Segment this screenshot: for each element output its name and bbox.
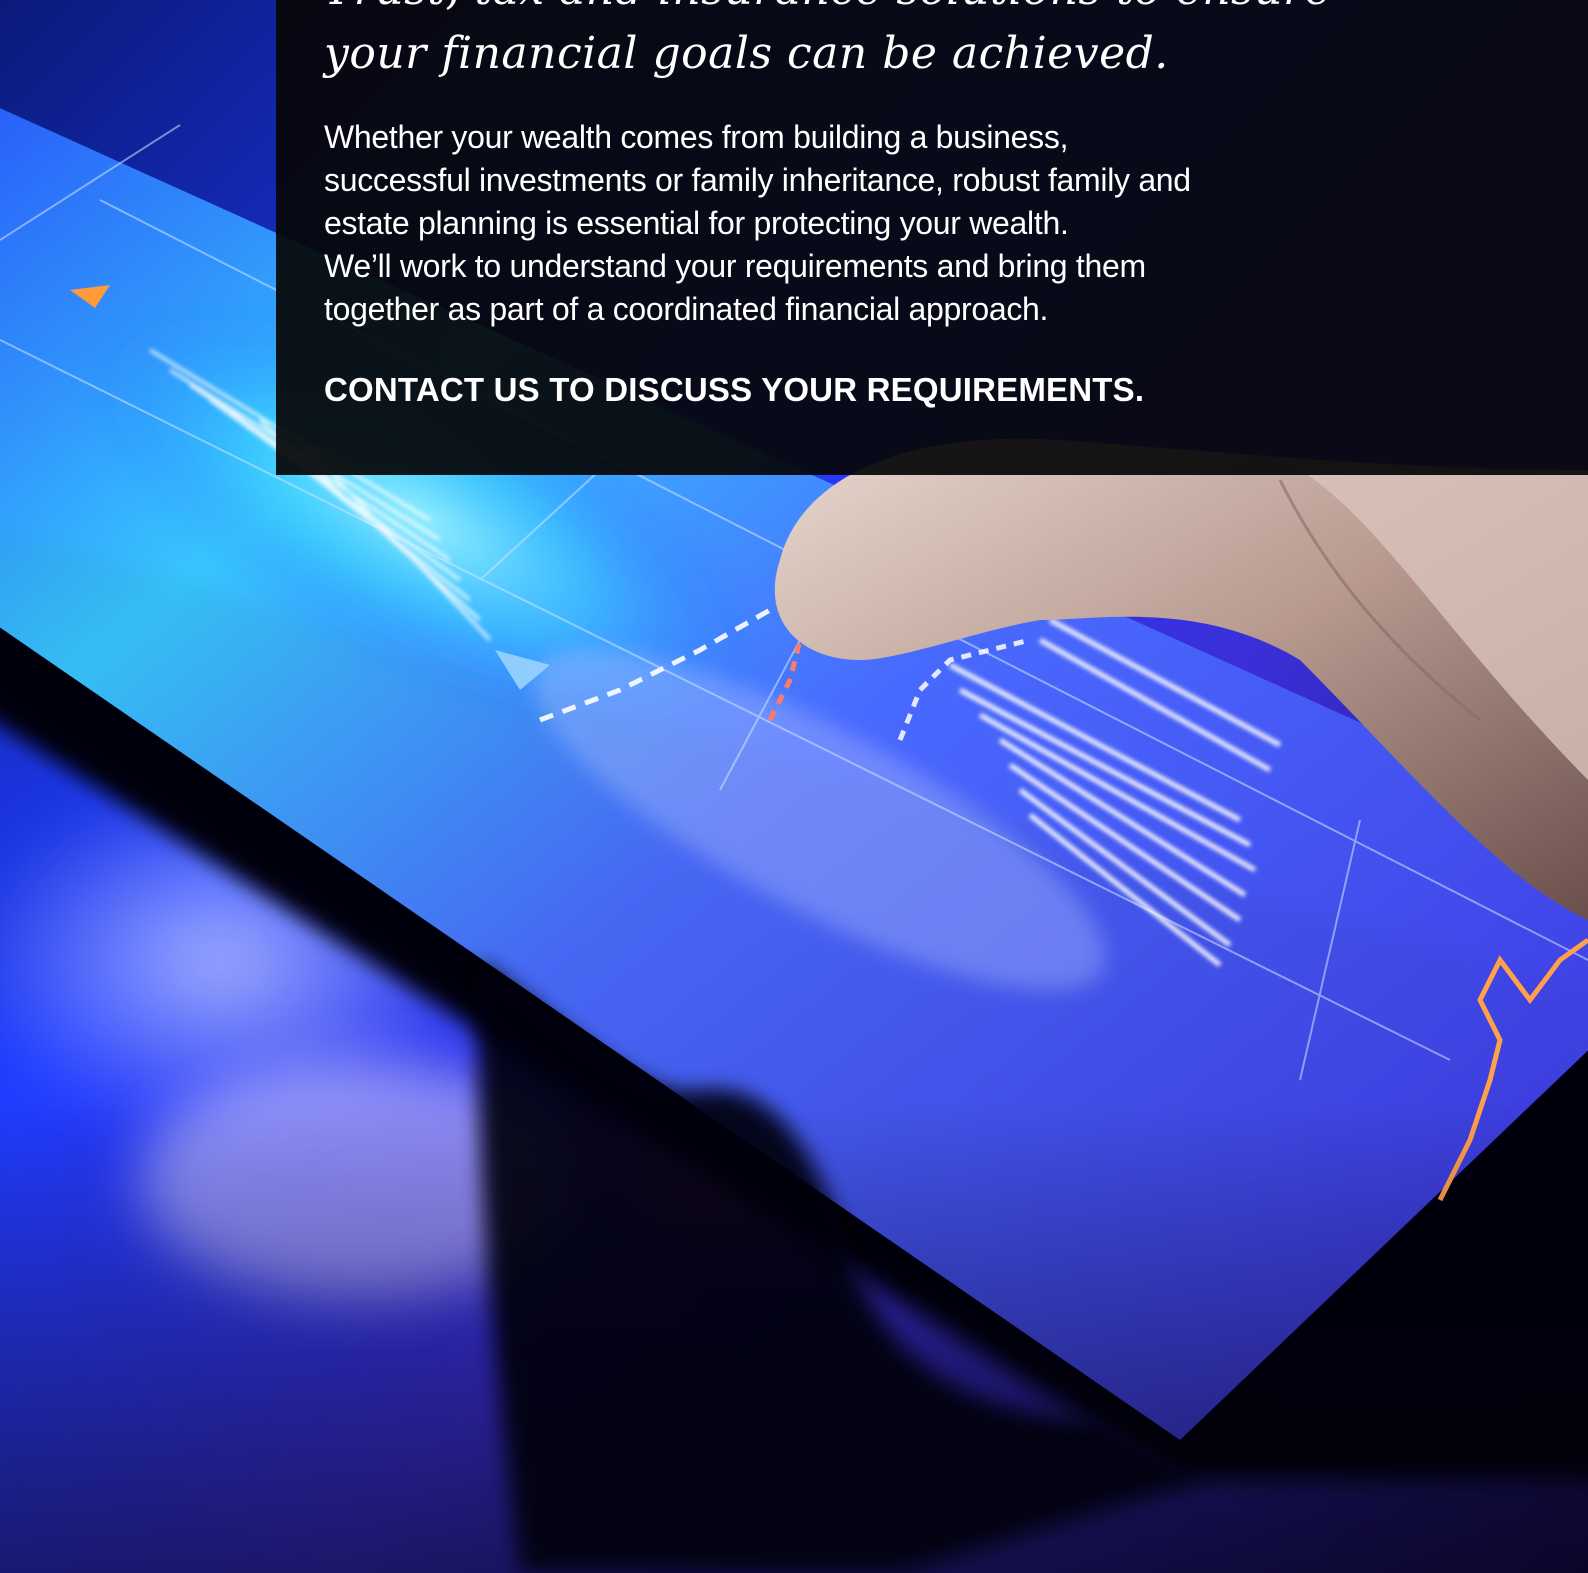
text-panel: Trust, tax and insurance solutions to en…: [276, 0, 1588, 475]
contact-cta[interactable]: CONTACT US TO DISCUSS YOUR REQUIREMENTS.: [324, 370, 1144, 410]
body-line-1: Whether your wealth comes from building …: [324, 119, 1069, 155]
body-line-3: estate planning is essential for protect…: [324, 205, 1069, 241]
headline-line-1: Trust, tax and insurance solutions to en…: [324, 0, 1331, 22]
body-line-2: successful investments or family inherit…: [324, 162, 1191, 198]
body-line-4: We’ll work to understand your requiremen…: [324, 248, 1146, 284]
body-line-5: together as part of a coordinated financ…: [324, 291, 1049, 327]
headline: Trust, tax and insurance solutions to en…: [324, 0, 1331, 86]
headline-line-2: your financial goals can be achieved.: [324, 28, 1169, 79]
body-paragraph: Whether your wealth comes from building …: [324, 116, 1324, 331]
page: Trust, tax and insurance solutions to en…: [0, 0, 1588, 1573]
